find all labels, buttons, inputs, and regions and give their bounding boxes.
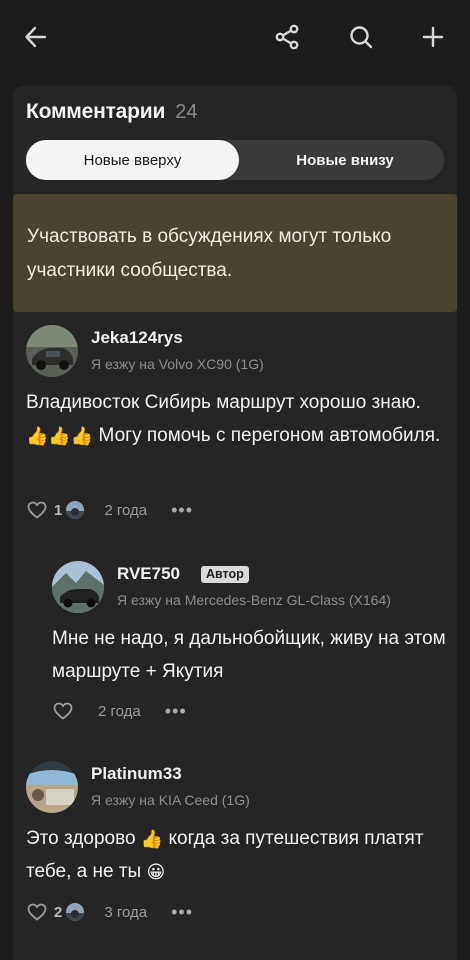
more-options-button[interactable]: ••• <box>165 702 187 720</box>
liker-avatar <box>66 903 85 921</box>
like-heart-icon[interactable] <box>26 499 48 521</box>
like-heart-icon[interactable] <box>26 901 48 923</box>
comment-item: Platinum33 Я езжу на KIA Ceed (1G) Это з… <box>13 760 457 940</box>
plus-icon <box>422 26 444 48</box>
liker-avatar <box>66 501 85 519</box>
comment-car[interactable]: Я езжу на Mercedes-Benz GL-Class (X164) <box>117 592 391 608</box>
comment-meta: 1 2 года ••• <box>26 499 193 521</box>
like-heart-icon[interactable] <box>52 700 74 722</box>
comment-username[interactable]: Jeka124rys <box>91 328 183 348</box>
comment-time[interactable]: 3 года <box>104 904 147 921</box>
comment-text-part: Владивосток Сибирь маршрут хорошо знаю. <box>26 392 421 413</box>
avatar[interactable] <box>26 761 78 813</box>
thumbs-up-emoji: 👍👍👍 <box>26 426 94 446</box>
smile-emoji: 😀 <box>146 862 166 882</box>
like-count: 1 <box>54 501 63 519</box>
thumbs-up-emoji: 👍 <box>140 829 164 849</box>
comment-reply-item: RVE750 Автор Я езжу на Mercedes-Benz GL-… <box>13 560 457 730</box>
comment-car[interactable]: Я езжу на KIA Ceed (1G) <box>91 792 250 808</box>
comments-card: Комментарии 24 Новые вверху Новые внизу … <box>13 86 457 960</box>
membership-notice: Участвовать в обсуждениях могут только у… <box>13 194 457 312</box>
arrow-left-icon <box>25 26 47 48</box>
comment-text-part: Это здорово <box>26 828 141 849</box>
sort-newest-first-tab[interactable]: Новые вверху <box>26 140 239 180</box>
comment-car[interactable]: Я езжу на Volvo XC90 (1G) <box>91 356 264 372</box>
search-button[interactable] <box>340 16 382 58</box>
comment-text: Владивосток Сибирь маршрут хорошо знаю. 👍… <box>26 386 446 452</box>
sort-oldest-first-tab[interactable]: Новые внизу <box>247 140 443 180</box>
comment-username[interactable]: Platinum33 <box>91 764 182 784</box>
comment-text: Это здорово 👍 когда за путешествия платя… <box>26 822 446 888</box>
back-button[interactable] <box>15 16 57 58</box>
share-icon <box>275 24 299 50</box>
comments-title: Комментарии <box>26 100 166 123</box>
comment-time[interactable]: 2 года <box>98 703 141 720</box>
more-options-button[interactable]: ••• <box>171 501 193 519</box>
comment-text: Мне не надо, я дальнобойщик, живу на это… <box>52 628 446 682</box>
comment-meta: 2 3 года ••• <box>26 901 193 923</box>
like-count: 2 <box>54 903 63 921</box>
author-badge: Автор <box>201 566 249 583</box>
top-app-bar <box>0 0 470 72</box>
share-button[interactable] <box>266 16 308 58</box>
more-options-button[interactable]: ••• <box>171 903 193 921</box>
comments-header: Комментарии 24 <box>26 100 197 128</box>
comment-item: Jeka124rys Я езжу на Volvo XC90 (1G) Вла… <box>13 324 457 524</box>
sort-segmented-control: Новые вверху Новые внизу <box>25 140 444 180</box>
add-button[interactable] <box>412 16 454 58</box>
search-icon <box>350 26 373 49</box>
comments-count: 24 <box>175 101 198 123</box>
comment-username[interactable]: RVE750 <box>117 564 180 584</box>
avatar[interactable] <box>52 561 104 613</box>
comment-text-part: Могу помочь с перегоном автомобиля. <box>93 425 441 446</box>
comment-meta: 2 года ••• <box>52 700 187 722</box>
avatar[interactable] <box>26 325 78 377</box>
comment-time[interactable]: 2 года <box>104 502 147 519</box>
